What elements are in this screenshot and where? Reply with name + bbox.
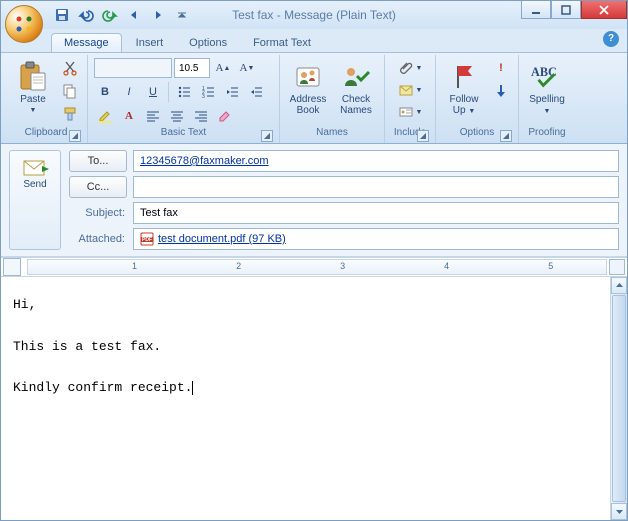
prev-item-icon[interactable] [123,4,145,26]
ruler-scale[interactable]: 1 2 3 4 5 [27,259,607,275]
flag-icon [448,60,480,92]
undo-icon[interactable] [75,4,97,26]
next-item-icon[interactable] [147,4,169,26]
chevron-down-icon: ▼ [30,107,37,114]
numbering-button[interactable]: 123 [197,81,219,103]
ribbon-tabs: Message Insert Options Format Text ? [1,29,627,52]
dialog-launcher-icon[interactable]: ◢ [261,130,273,142]
italic-button[interactable]: I [118,81,140,103]
font-size-combo[interactable]: 10.5 [174,58,210,78]
attached-label: Attached: [69,233,127,245]
spelling-icon: ABC [531,60,563,92]
scroll-thumb[interactable] [612,295,626,502]
tab-format-text[interactable]: Format Text [241,34,323,52]
attach-item-button[interactable]: ▼ [391,79,429,101]
copy-button[interactable] [59,80,81,102]
follow-up-button[interactable]: FollowUp ▼ [442,57,486,125]
bold-button[interactable]: B [94,81,116,103]
office-button[interactable] [5,5,43,43]
dialog-launcher-icon[interactable]: ◢ [500,130,512,142]
format-painter-button[interactable] [59,103,81,125]
qat-customize-icon[interactable] [171,4,193,26]
text-caret [192,381,193,395]
save-icon[interactable] [51,4,73,26]
message-body-area: Hi, This is a test fax. Kindly confirm r… [1,277,627,520]
to-button[interactable]: To... [69,150,127,172]
svg-text:PDF: PDF [142,237,152,243]
cc-button[interactable]: Cc... [69,176,127,198]
group-proofing: ABC Spelling▼ Proofing [519,55,575,143]
bullets-button[interactable] [173,81,195,103]
ruler: 1 2 3 4 5 [1,257,627,277]
title-bar: Test fax - Message (Plain Text) [1,1,627,29]
font-name-combo[interactable] [94,58,172,78]
pdf-icon: PDF [140,232,154,246]
attach-file-button[interactable]: ▼ [391,57,429,79]
window-title: Test fax - Message (Plain Text) [232,8,396,22]
tab-insert[interactable]: Insert [124,34,176,52]
dialog-launcher-icon[interactable]: ◢ [417,130,429,142]
address-book-button[interactable]: AddressBook [286,57,330,125]
quick-access-toolbar [51,4,193,26]
group-basic-text: 10.5 A▲ A▼ B I U 123 A [88,55,280,143]
group-clipboard: Paste ▼ Clipboard◢ [5,55,88,143]
group-include: ▼ ▼ ▼ Include◢ [385,55,436,143]
attachment-chip[interactable]: PDF test document.pdf (97 KB) [140,232,286,246]
low-importance-button[interactable] [490,80,512,102]
help-icon[interactable]: ? [603,31,619,47]
tab-options[interactable]: Options [177,34,239,52]
redo-icon[interactable] [99,4,121,26]
group-options: FollowUp ▼ ! Options ◢ [436,55,519,143]
send-icon [20,157,50,179]
message-body[interactable]: Hi, This is a test fax. Kindly confirm r… [1,277,610,520]
underline-button[interactable]: U [142,81,164,103]
cut-button[interactable] [59,57,81,79]
align-right-button[interactable] [190,105,212,127]
decrease-indent-button[interactable] [221,81,243,103]
address-book-icon [292,60,324,92]
subject-field[interactable]: Test fax [133,202,619,224]
window-controls [521,1,627,19]
increase-indent-button[interactable] [245,81,267,103]
check-names-button[interactable]: CheckNames [334,57,378,125]
close-button[interactable] [581,1,627,19]
ribbon: Paste ▼ Clipboard◢ 10.5 A▲ A▼ [1,52,627,144]
outlook-message-window: Test fax - Message (Plain Text) Message … [0,0,628,521]
business-card-button[interactable]: ▼ [391,101,429,123]
cc-field[interactable] [133,176,619,198]
message-header: Send To... 12345678@faxmaker.com Cc... S… [1,144,627,257]
clear-formatting-button[interactable] [214,105,236,127]
subject-label: Subject: [69,207,127,219]
tab-selector[interactable] [3,258,21,276]
svg-text:3: 3 [202,94,205,99]
dialog-launcher-icon[interactable]: ◢ [69,130,81,142]
vertical-scrollbar[interactable] [610,277,627,520]
align-left-button[interactable] [142,105,164,127]
paste-button[interactable]: Paste ▼ [11,57,55,125]
group-label-clipboard: Clipboard [25,127,68,138]
shrink-font-button[interactable]: A▼ [236,57,258,79]
send-button[interactable]: Send [9,150,61,250]
group-label-basictext: Basic Text [161,127,206,138]
attached-field[interactable]: PDF test document.pdf (97 KB) [133,228,619,250]
scroll-up-button[interactable] [611,277,627,294]
paste-icon [17,60,49,92]
highlight-button[interactable] [94,105,116,127]
minimize-button[interactable] [521,1,551,19]
group-names: AddressBook CheckNames Names [280,55,385,143]
font-color-button[interactable]: A [118,105,140,127]
group-label-proofing: Proofing [528,127,565,138]
to-field[interactable]: 12345678@faxmaker.com [133,150,619,172]
check-names-icon [340,60,372,92]
high-importance-button[interactable]: ! [490,57,512,79]
group-label-names: Names [316,127,348,138]
ruler-toggle-button[interactable] [609,259,625,275]
group-label-options: Options [460,127,494,138]
tab-message[interactable]: Message [51,33,122,52]
grow-font-button[interactable]: A▲ [212,57,234,79]
align-center-button[interactable] [166,105,188,127]
spelling-button[interactable]: ABC Spelling▼ [525,57,569,125]
scroll-down-button[interactable] [611,503,627,520]
maximize-button[interactable] [551,1,581,19]
